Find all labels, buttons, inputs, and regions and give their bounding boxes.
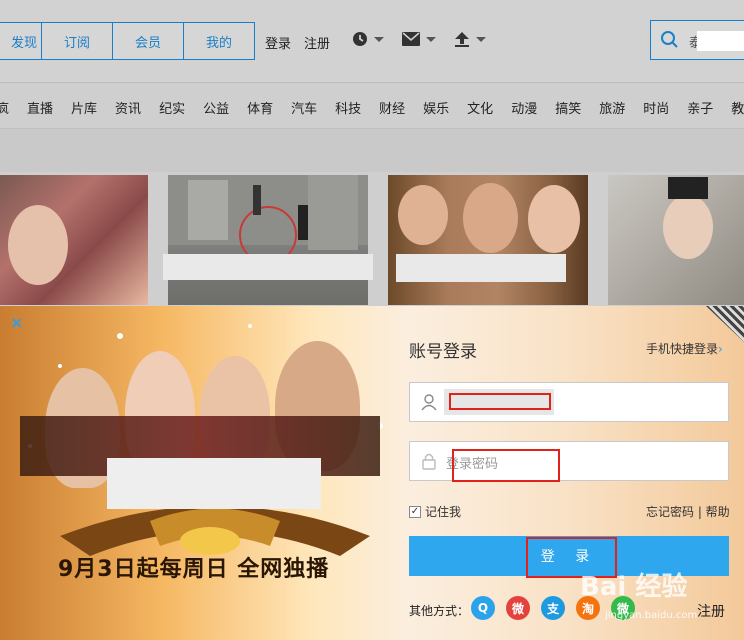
video-thumbnail[interactable] [388, 175, 588, 305]
top-header: 发现 订阅 会员 我的 登录 注册 泰 [0, 0, 744, 82]
alipay-glyph: 支 [546, 601, 559, 616]
lock-icon [422, 453, 436, 470]
chevron-down-icon [476, 36, 486, 42]
category-item[interactable]: 汽车 [291, 98, 317, 120]
search-redaction [697, 31, 744, 51]
qq-glyph: Q [477, 601, 489, 615]
thumbnail-caption-redaction [163, 254, 373, 280]
video-thumbnail[interactable] [0, 175, 148, 305]
login-title: 账号登录 [409, 342, 477, 362]
tab-mine[interactable]: 我的 [183, 22, 255, 60]
message-menu[interactable] [402, 31, 436, 47]
main-tabs: 发现 订阅 会员 我的 [0, 22, 255, 60]
category-item[interactable]: 搞笑 [555, 98, 581, 120]
header-register-link[interactable]: 注册 [304, 33, 330, 52]
tab-label: 我的 [205, 35, 232, 51]
thumbnail-face [663, 195, 713, 259]
video-thumbnail[interactable] [168, 175, 368, 305]
tab-label: 会员 [134, 35, 161, 51]
weibo-glyph: 微 [511, 601, 524, 616]
category-item[interactable]: 体育 [247, 98, 273, 120]
category-item[interactable]: 公益 [203, 98, 229, 120]
category-item[interactable]: 片库 [71, 98, 97, 120]
phone-quick-login-link[interactable]: 手机快捷登录› [646, 340, 723, 357]
video-thumbnail[interactable] [608, 175, 744, 305]
category-item[interactable]: 亲子 [687, 98, 713, 120]
category-item[interactable]: 娱乐 [423, 98, 449, 120]
watermark-logo: Bai 经验 [580, 572, 688, 602]
tab-label: 订阅 [63, 35, 90, 51]
header-divider [0, 82, 744, 83]
forgot-password-link[interactable]: 忘记密码 | 帮助 [646, 503, 730, 520]
chevron-down-icon [374, 36, 384, 42]
category-item[interactable]: 资讯 [115, 98, 141, 120]
remember-checkbox[interactable]: ✓ [409, 505, 421, 518]
banner-strip [0, 128, 744, 172]
username-highlight [449, 393, 551, 410]
search-icon [661, 31, 678, 48]
thumbnail-face [528, 185, 580, 253]
upload-menu[interactable] [454, 31, 486, 47]
category-item[interactable]: 教 [731, 98, 744, 120]
thumbnail-hat [668, 177, 708, 199]
thumbnail-face [463, 183, 518, 253]
other-login-label: 其他方式： [409, 604, 470, 618]
category-item[interactable]: 疯 [0, 98, 9, 120]
thumbnail-figure [8, 205, 68, 285]
tab-vip[interactable]: 会员 [112, 22, 184, 60]
clock-icon [353, 32, 367, 46]
chevron-right-icon: › [718, 342, 723, 356]
register-link[interactable]: 注册 [697, 601, 725, 621]
tab-label: 发现 [10, 35, 37, 51]
search-input[interactable]: 泰 [650, 20, 744, 60]
header-account-links: 登录 注册 [265, 33, 330, 52]
promo-redaction [107, 458, 321, 509]
watermark-url: jingyan.baidu.com [605, 610, 698, 621]
remember-label: 记住我 [425, 505, 462, 519]
mail-icon [402, 32, 420, 46]
category-item[interactable]: 文化 [467, 98, 493, 120]
qq-icon[interactable]: Q [471, 596, 495, 620]
password-highlight [452, 449, 560, 482]
upload-icon [455, 32, 469, 47]
category-item[interactable]: 纪实 [159, 98, 185, 120]
weibo-icon[interactable]: 微 [506, 596, 530, 620]
thumbnail-scene [168, 175, 368, 264]
header-icon-group [352, 31, 486, 47]
category-item[interactable]: 时尚 [643, 98, 669, 120]
category-item[interactable]: 直播 [27, 98, 53, 120]
remember-me[interactable]: ✓ 记住我 [409, 503, 461, 520]
category-item[interactable]: 动漫 [511, 98, 537, 120]
thumbnail-face [398, 185, 448, 245]
chevron-down-icon [426, 36, 436, 42]
category-item[interactable]: 财经 [379, 98, 405, 120]
tab-discover[interactable]: 发现 [0, 22, 42, 60]
header-login-link[interactable]: 登录 [265, 33, 291, 52]
user-icon [421, 394, 437, 411]
alipay-icon[interactable]: 支 [541, 596, 565, 620]
promo-slogan: 9月3日起每周日 全网独播 [58, 557, 330, 582]
category-item[interactable]: 科技 [335, 98, 361, 120]
thumbnail-caption-redaction [396, 254, 566, 282]
phone-quick-login-label: 手机快捷登录 [646, 342, 719, 356]
category-item[interactable]: 旅游 [599, 98, 625, 120]
history-menu[interactable] [352, 31, 384, 47]
tab-subscribe[interactable]: 订阅 [41, 22, 113, 60]
category-nav: 疯 直播 片库 资讯 纪实 公益 体育 汽车 科技 财经 娱乐 文化 动漫 搞笑… [0, 98, 744, 120]
